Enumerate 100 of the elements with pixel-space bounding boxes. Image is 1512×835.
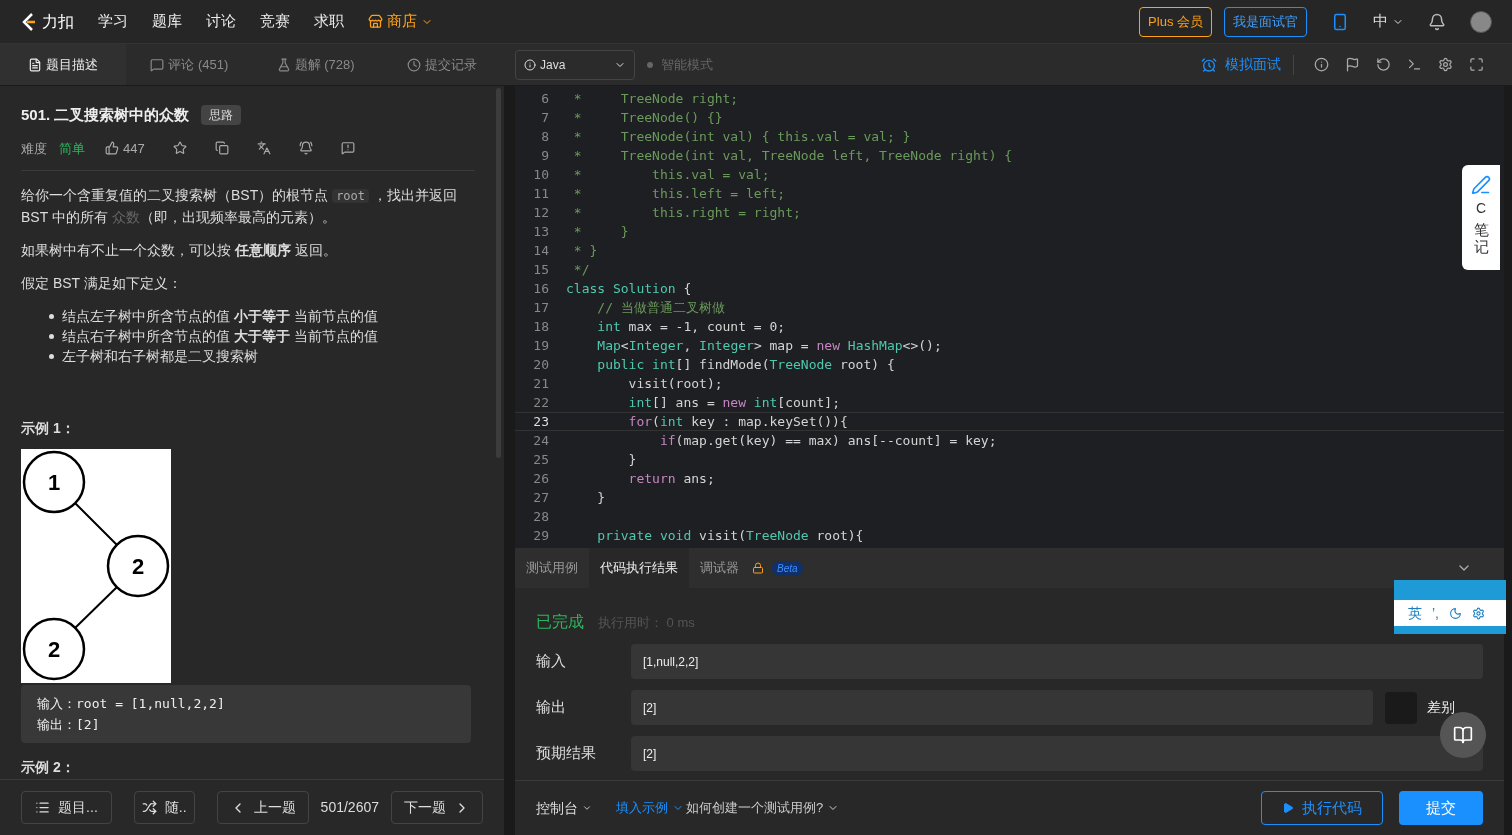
panel-tab[interactable]: 题解 (728) bbox=[252, 44, 379, 85]
thumbs-up-icon bbox=[105, 141, 119, 156]
problem-position: 501/2607 bbox=[320, 798, 379, 817]
bullet-text: 结点右子树中所含节点的值 大于等于 当前节点的值 bbox=[62, 327, 378, 346]
nav-link[interactable]: 商店 bbox=[368, 10, 433, 33]
ime-punctuation[interactable]: ’, bbox=[1432, 602, 1439, 624]
notes-widget[interactable]: C 笔记 bbox=[1462, 165, 1500, 270]
result-tab[interactable]: 代码执行结果 bbox=[589, 548, 689, 588]
nav-link[interactable]: 竞赛 bbox=[260, 10, 290, 33]
line-number: 23 bbox=[532, 412, 549, 431]
line-number: 21 bbox=[532, 374, 549, 393]
line-number: 17 bbox=[532, 298, 549, 317]
ime-mode[interactable]: 英 bbox=[1408, 602, 1422, 624]
phone-icon[interactable] bbox=[1331, 12, 1349, 31]
reset-icon[interactable] bbox=[1376, 57, 1391, 72]
line-number: 16 bbox=[532, 279, 549, 298]
translate-icon[interactable] bbox=[256, 141, 271, 156]
settings-icon[interactable] bbox=[1472, 606, 1485, 620]
flag-icon[interactable] bbox=[1345, 57, 1360, 72]
code-line: * } bbox=[572, 222, 629, 241]
result-value: [2] bbox=[631, 690, 1373, 725]
fill-example-button[interactable]: 填入示例 bbox=[616, 798, 684, 818]
line-number: 8 bbox=[540, 127, 549, 146]
line-number: 7 bbox=[540, 108, 549, 127]
example-line: 输出：[2] bbox=[37, 716, 100, 734]
settings-icon[interactable] bbox=[1438, 57, 1453, 72]
nav-link[interactable]: 题库 bbox=[152, 10, 182, 33]
notification-icon[interactable] bbox=[1428, 12, 1446, 31]
result-label: 预期结果 bbox=[536, 743, 597, 764]
line-number: 28 bbox=[532, 507, 549, 526]
feedback-icon[interactable] bbox=[340, 141, 355, 156]
ime-toolbar[interactable]: 英 ’, bbox=[1394, 580, 1506, 634]
code-line: * this.right = right; bbox=[572, 203, 801, 222]
interviewer-button[interactable]: 我是面试官 bbox=[1224, 6, 1307, 37]
bullet-text: 结点左子树中所含节点的值 小于等于 当前节点的值 bbox=[62, 307, 378, 326]
line-number: 10 bbox=[532, 165, 549, 184]
tree-node: 2 bbox=[22, 617, 86, 681]
pen-icon bbox=[1471, 175, 1491, 195]
copy-icon[interactable] bbox=[214, 141, 229, 156]
code-line: * TreeNode() {} bbox=[572, 108, 723, 127]
logo-icon[interactable] bbox=[20, 11, 38, 32]
line-number: 18 bbox=[532, 317, 549, 336]
code-line: class Solution { bbox=[566, 279, 692, 298]
language-menu[interactable]: 中 bbox=[1373, 10, 1404, 33]
nav-link[interactable]: 求职 bbox=[314, 10, 344, 33]
code-line: } bbox=[627, 450, 637, 469]
bell-icon[interactable] bbox=[298, 141, 313, 156]
like-button[interactable]: 447 bbox=[105, 138, 145, 158]
line-number: 9 bbox=[540, 146, 549, 165]
store-icon bbox=[368, 14, 383, 29]
bullet-text: 左子树和右子树都是二叉搜索树 bbox=[62, 347, 258, 366]
problem-title: 501. 二叉搜索树中的众数 bbox=[21, 105, 190, 125]
problem-list-button[interactable]: 题目... bbox=[21, 791, 112, 824]
play-icon bbox=[1282, 802, 1294, 814]
solution-icon bbox=[276, 57, 291, 72]
code-line: * this.left = left; bbox=[572, 184, 786, 203]
notes-letter: C bbox=[1475, 199, 1487, 218]
notes-label: 笔记 bbox=[1473, 222, 1489, 255]
hint-tag[interactable]: 思路 bbox=[201, 105, 242, 126]
brand-name[interactable]: 力扣 bbox=[42, 9, 74, 34]
code-line: if(map.get(key) == max) ans[--count] = key; bbox=[658, 431, 997, 450]
language-select[interactable]: Java bbox=[515, 49, 635, 80]
plus-button[interactable]: Plus 会员 bbox=[1139, 6, 1212, 37]
result-tab[interactable]: 测试用例 bbox=[515, 548, 589, 588]
result-label: 输入 bbox=[536, 651, 567, 672]
console-button[interactable]: 控制台 bbox=[536, 797, 592, 819]
star-icon[interactable] bbox=[172, 141, 187, 156]
fullscreen-icon[interactable] bbox=[1469, 57, 1484, 72]
run-code-button[interactable]: 执行代码 bbox=[1261, 791, 1383, 825]
panel-tab[interactable]: 提交记录 bbox=[378, 44, 505, 85]
line-number: 20 bbox=[532, 355, 549, 374]
code-line: int max = -1, count = 0; bbox=[596, 317, 786, 336]
status-text: 已完成 bbox=[536, 612, 584, 632]
code-line: return ans; bbox=[627, 469, 715, 488]
line-number: 25 bbox=[532, 450, 549, 469]
moon-icon[interactable] bbox=[1449, 606, 1462, 620]
panel-tab[interactable]: 题目描述 bbox=[0, 44, 127, 85]
result-tab[interactable]: 调试器 bbox=[689, 548, 750, 588]
example-heading: 示例 1： bbox=[21, 419, 75, 438]
nav-link[interactable]: 讨论 bbox=[206, 10, 236, 33]
line-number: 14 bbox=[532, 241, 549, 260]
help-link[interactable]: 如何创建一个测试用例? bbox=[686, 798, 840, 818]
shuffle-icon bbox=[141, 800, 157, 815]
difficulty-label: 难度 bbox=[21, 139, 47, 158]
previous-button[interactable]: 上一题 bbox=[216, 791, 309, 824]
code-line: * this.val = val; bbox=[572, 165, 770, 184]
description-paragraph: 假定 BST 满足如下定义： bbox=[21, 274, 183, 293]
random-button[interactable]: 随.. bbox=[133, 791, 195, 824]
mock-interview-button[interactable]: 模拟面试 bbox=[1201, 54, 1281, 75]
tree-node: 1 bbox=[22, 450, 86, 514]
description-paragraph: 如果树中有不止一个众数，可以按 任意顺序 返回。 bbox=[21, 241, 338, 260]
line-number: 27 bbox=[532, 488, 549, 507]
avatar[interactable] bbox=[1470, 10, 1492, 33]
code-line: * TreeNode right; bbox=[572, 89, 739, 108]
result-value: [1,null,2,2] bbox=[631, 644, 1483, 679]
info-icon[interactable] bbox=[1314, 57, 1329, 72]
terminal-icon[interactable] bbox=[1407, 57, 1422, 72]
next-button[interactable]: 下一题 bbox=[391, 791, 483, 824]
nav-link[interactable]: 学习 bbox=[98, 10, 128, 33]
panel-tab[interactable]: 评论 (451) bbox=[126, 44, 253, 85]
